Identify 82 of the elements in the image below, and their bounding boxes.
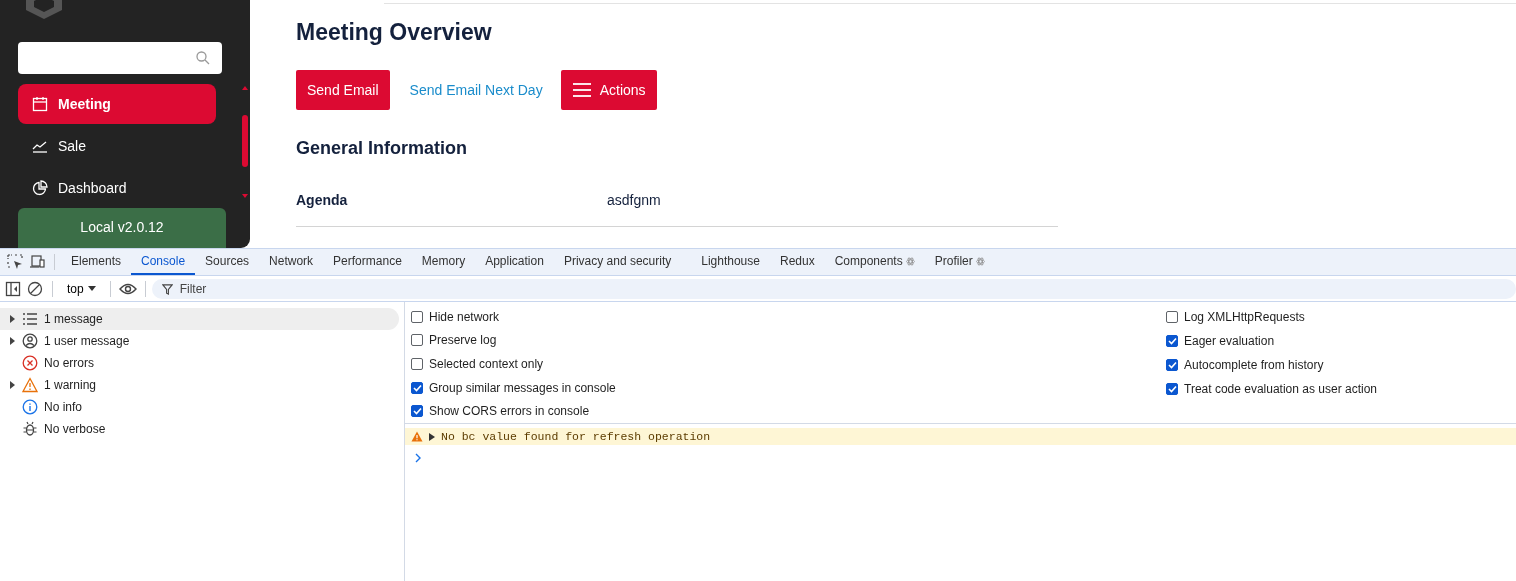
sidebar-item[interactable]: Dashboard bbox=[18, 168, 216, 208]
sidebar-filter-item[interactable]: No info bbox=[0, 396, 399, 418]
scroll-up-icon bbox=[242, 86, 248, 90]
expand-arrow-icon bbox=[9, 315, 15, 323]
checkbox-label: Treat code evaluation as user action bbox=[1184, 382, 1377, 396]
expand-arrow-icon bbox=[9, 337, 15, 345]
devtools-tab[interactable]: Components bbox=[824, 249, 925, 275]
filter-field[interactable]: Filter bbox=[151, 278, 1516, 299]
checkbox-label: Group similar messages in console bbox=[429, 380, 616, 395]
devtools-tab[interactable]: Memory bbox=[411, 249, 476, 275]
checkbox[interactable] bbox=[411, 358, 423, 370]
checkbox[interactable] bbox=[1166, 383, 1178, 395]
user-icon bbox=[22, 333, 38, 349]
caret-icon bbox=[87, 286, 96, 291]
console-warning-message: No bc value found for refresh operation bbox=[405, 428, 1516, 445]
page-title: Meeting Overview bbox=[296, 18, 493, 46]
checkmark-icon bbox=[1167, 337, 1177, 345]
search-icon bbox=[196, 51, 210, 65]
checkmark-icon bbox=[1167, 361, 1177, 369]
devtools-tab[interactable]: Performance bbox=[323, 249, 412, 275]
warning-icon bbox=[411, 431, 423, 442]
checkbox[interactable] bbox=[1166, 311, 1178, 323]
checkbox[interactable] bbox=[411, 334, 423, 347]
sidebar-filter-item[interactable]: 1 warning bbox=[0, 374, 399, 396]
inspect-icon bbox=[7, 254, 23, 270]
list-icon bbox=[22, 311, 38, 327]
devtools-tab[interactable]: Sources bbox=[195, 249, 260, 275]
checkbox[interactable] bbox=[411, 310, 423, 323]
sidebar-filter-item[interactable]: No errors bbox=[0, 352, 399, 374]
search-field[interactable] bbox=[18, 42, 222, 74]
field-value: asdfgnm bbox=[607, 192, 661, 208]
pie-chart-icon bbox=[32, 180, 48, 196]
sidebar-item[interactable]: Sale bbox=[18, 126, 216, 166]
checkmark-icon bbox=[1167, 385, 1177, 393]
atom-icon bbox=[905, 256, 915, 266]
version-badge: Local v2.0.12 bbox=[18, 208, 226, 248]
devices-icon bbox=[29, 254, 45, 270]
sidebar-item[interactable]: Meeting bbox=[18, 84, 216, 124]
checkbox[interactable] bbox=[1166, 335, 1178, 347]
checkmark-icon bbox=[412, 383, 422, 392]
field-label: Agenda bbox=[296, 192, 349, 208]
sidebar-filter-item[interactable]: 1 user message bbox=[0, 330, 399, 352]
context-dropdown[interactable]: top bbox=[59, 277, 104, 300]
devtools-tab[interactable]: Application bbox=[475, 249, 554, 275]
devtools-tab[interactable]: Elements bbox=[61, 249, 132, 275]
devtools-tab[interactable]: Profiler bbox=[924, 249, 995, 275]
actions-button[interactable]: Actions bbox=[560, 70, 657, 110]
checkbox-label: Preserve log bbox=[429, 333, 497, 348]
checkbox-label: Eager evaluation bbox=[1184, 334, 1275, 348]
info-icon bbox=[22, 399, 38, 415]
calendar-icon bbox=[32, 96, 48, 112]
section-title: General Information bbox=[296, 137, 469, 159]
checkbox[interactable] bbox=[411, 381, 423, 394]
checkbox-label: Selected context only bbox=[429, 357, 544, 371]
link[interactable]: Send Email Next Day bbox=[389, 70, 561, 110]
checkbox-label: Show CORS errors in console bbox=[429, 404, 590, 419]
devtools-tab[interactable]: Lighthouse bbox=[691, 249, 770, 275]
bug-icon bbox=[22, 421, 38, 437]
warning-icon bbox=[22, 377, 38, 393]
scroll-down-icon bbox=[242, 194, 248, 198]
checkbox[interactable] bbox=[1166, 359, 1178, 371]
checkbox[interactable] bbox=[411, 405, 423, 418]
error-icon bbox=[22, 355, 38, 371]
checkmark-icon bbox=[412, 407, 422, 416]
prompt-chevron-icon bbox=[415, 453, 421, 463]
devtools-tab[interactable]: Network bbox=[259, 249, 324, 275]
checkbox-label: Autocomplete from history bbox=[1184, 358, 1324, 372]
expand-arrow-icon bbox=[9, 381, 15, 389]
devtools-tab[interactable]: Privacy and security bbox=[553, 249, 682, 275]
sidebar-filter-item[interactable]: 1 message bbox=[0, 308, 399, 330]
checkbox-label: Hide network bbox=[429, 309, 500, 324]
eye-icon bbox=[118, 282, 137, 295]
block-icon bbox=[27, 280, 43, 297]
sidebar-filter-item[interactable]: No verbose bbox=[0, 418, 399, 440]
devtools-tab[interactable]: Redux bbox=[769, 249, 825, 275]
send-email-button[interactable]: Send Email bbox=[296, 70, 390, 110]
menu-icon bbox=[571, 82, 592, 98]
checkbox-label: Log XMLHttpRequests bbox=[1184, 310, 1305, 324]
panel-icon bbox=[5, 280, 21, 297]
devtools-tab[interactable]: Console bbox=[131, 249, 196, 275]
filter-icon bbox=[161, 283, 173, 295]
atom-icon bbox=[975, 256, 985, 266]
